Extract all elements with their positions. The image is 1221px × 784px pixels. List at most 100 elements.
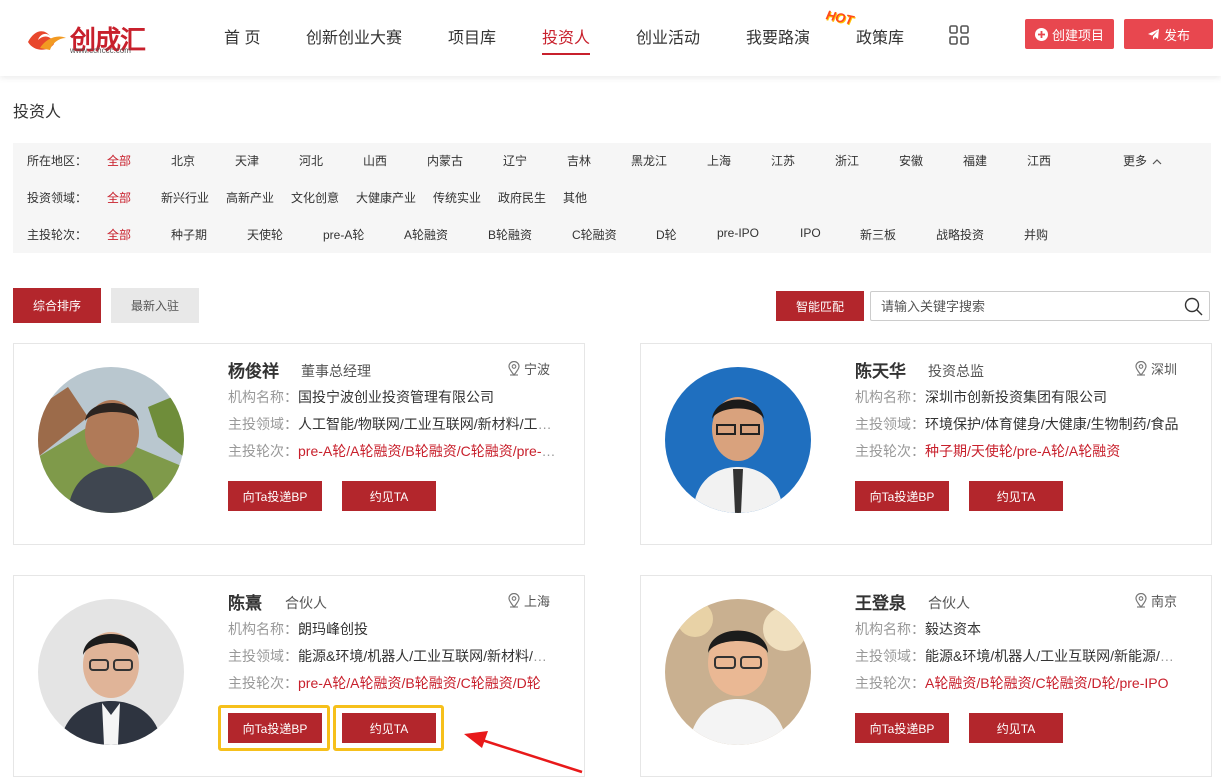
search-icon[interactable] (1184, 297, 1203, 316)
investor-name[interactable]: 陈天华 (855, 357, 906, 382)
nav-roadshow[interactable]: 我要路演 (746, 24, 810, 48)
nav-active-indicator (542, 53, 590, 55)
publish-label: 发布 (1163, 27, 1190, 43)
avatar[interactable] (38, 599, 184, 745)
logo-url: www.cchccc.com (70, 46, 131, 55)
field-option[interactable]: 新兴行业 (161, 189, 209, 206)
round-value: A轮融资/B轮融资/C轮融资/D轮/pre-IPO (925, 675, 1169, 691)
plus-circle-icon (1034, 27, 1048, 41)
region-option[interactable]: 福建 (963, 152, 987, 169)
avatar[interactable] (665, 367, 811, 513)
pitch-bp-button[interactable]: 向Ta投递BP (855, 481, 949, 511)
avatar[interactable] (665, 599, 811, 745)
region-option[interactable]: 江苏 (771, 152, 795, 169)
meet-button[interactable]: 约见TA (342, 481, 436, 511)
round-option[interactable]: A轮融资 (404, 226, 448, 243)
round-option[interactable]: 新三板 (860, 226, 896, 243)
round-option[interactable]: C轮融资 (572, 226, 617, 243)
org-label: 机构名称： (228, 621, 298, 637)
round-option[interactable]: IPO (800, 226, 821, 240)
org-row: 机构名称：国投宁波创业投资管理有限公司 (228, 387, 558, 407)
highlight-box (333, 705, 444, 751)
field-option[interactable]: 大健康产业 (356, 189, 416, 206)
round-option[interactable]: pre-IPO (717, 226, 759, 240)
pitch-bp-button[interactable]: 向Ta投递BP (855, 713, 949, 743)
round-option[interactable]: D轮 (656, 226, 677, 243)
region-option[interactable]: 辽宁 (503, 152, 527, 169)
investor-city: 深圳 (1134, 359, 1177, 378)
sort-composite-button[interactable]: 综合排序 (13, 288, 101, 323)
logo[interactable]: 创成汇 www.cchccc.com (26, 18, 146, 56)
round-label: 主投轮次： (228, 443, 298, 459)
location-pin-icon (1135, 593, 1147, 608)
nav-policy[interactable]: 政策库 (856, 24, 904, 48)
round-option[interactable]: 种子期 (171, 226, 207, 243)
region-option[interactable]: 江西 (1027, 152, 1051, 169)
portrait-image (665, 367, 811, 513)
investor-city: 宁波 (507, 359, 550, 378)
nav-events[interactable]: 创业活动 (636, 24, 700, 48)
investor-card[interactable]: 陈天华 投资总监 深圳 机构名称：深圳市创新投资集团有限公司 主投领域：环境保护… (640, 343, 1212, 545)
investor-name[interactable]: 陈熹 (228, 589, 262, 614)
pitch-bp-button[interactable]: 向Ta投递BP (228, 481, 322, 511)
round-value: pre-A轮/A轮融资/B轮融资/C轮融资/pre-IPO (298, 443, 558, 459)
portrait-image (38, 599, 184, 745)
region-option[interactable]: 上海 (707, 152, 731, 169)
investor-name[interactable]: 杨俊祥 (228, 357, 279, 382)
hot-badge: HOT (824, 7, 855, 28)
annotation-arrow-icon (464, 731, 583, 774)
field-option[interactable]: 其他 (563, 189, 587, 206)
region-option[interactable]: 黑龙江 (631, 152, 667, 169)
region-option[interactable]: 山西 (363, 152, 387, 169)
investor-title: 投资总监 (928, 363, 984, 379)
more-regions-toggle[interactable]: 更多 (1123, 152, 1162, 169)
round-option[interactable]: 战略投资 (936, 226, 984, 243)
chevron-up-icon (1152, 159, 1162, 165)
apps-grid-icon[interactable] (949, 25, 969, 45)
search-input[interactable] (871, 292, 1171, 320)
meet-button[interactable]: 约见TA (969, 481, 1063, 511)
field-option[interactable]: 政府民生 (498, 189, 546, 206)
field-option[interactable]: 传统实业 (433, 189, 481, 206)
org-row: 机构名称：深圳市创新投资集团有限公司 (855, 387, 1185, 407)
round-option[interactable]: pre-A轮 (323, 226, 364, 243)
investor-name[interactable]: 王登泉 (855, 589, 906, 614)
round-option[interactable]: 并购 (1024, 226, 1048, 243)
filter-row-round: 主投轮次： 全部 种子期 天使轮 pre-A轮 A轮融资 B轮融资 C轮融资 D… (13, 217, 1211, 249)
smart-match-button[interactable]: 智能匹配 (776, 291, 864, 321)
round-option[interactable]: 全部 (107, 226, 131, 243)
field-option[interactable]: 全部 (107, 189, 131, 206)
region-option[interactable]: 内蒙古 (427, 152, 463, 169)
publish-button[interactable]: 发布 (1124, 19, 1213, 49)
round-option[interactable]: B轮融资 (488, 226, 532, 243)
city-name: 南京 (1150, 594, 1177, 609)
nav-home[interactable]: 首 页 (224, 24, 260, 48)
field-value: 能源&环境/机器人/工业互联网/新材料/新能源 (298, 648, 558, 664)
region-option[interactable]: 北京 (171, 152, 195, 169)
region-option[interactable]: 全部 (107, 152, 131, 169)
region-option[interactable]: 安徽 (899, 152, 923, 169)
org-row: 机构名称：朗玛峰创投 (228, 619, 558, 639)
investor-card[interactable]: 王登泉 合伙人 南京 机构名称：毅达资本 主投领域：能源&环境/机器人/工业互联… (640, 575, 1212, 777)
org-value: 深圳市创新投资集团有限公司 (925, 389, 1107, 405)
meet-button[interactable]: 约见TA (969, 713, 1063, 743)
highlight-box (218, 705, 330, 751)
investor-city: 上海 (507, 591, 550, 610)
avatar[interactable] (38, 367, 184, 513)
nav-competition[interactable]: 创新创业大赛 (306, 24, 402, 48)
nav-investors[interactable]: 投资人 (542, 24, 590, 48)
round-row: 主投轮次：pre-A轮/A轮融资/B轮融资/C轮融资/D轮 (228, 673, 558, 693)
sort-newest-button[interactable]: 最新入驻 (111, 288, 199, 323)
field-option[interactable]: 文化创意 (291, 189, 339, 206)
region-option[interactable]: 吉林 (567, 152, 591, 169)
round-option[interactable]: 天使轮 (247, 226, 283, 243)
region-option[interactable]: 浙江 (835, 152, 859, 169)
investor-card[interactable]: 杨俊祥 董事总经理 宁波 机构名称：国投宁波创业投资管理有限公司 主投领域：人工… (13, 343, 585, 545)
field-option[interactable]: 高新产业 (226, 189, 274, 206)
region-option[interactable]: 河北 (299, 152, 323, 169)
org-label: 机构名称： (855, 621, 925, 637)
nav-projects[interactable]: 项目库 (448, 24, 496, 48)
region-option[interactable]: 天津 (235, 152, 259, 169)
create-project-button[interactable]: 创建项目 (1025, 19, 1114, 49)
location-pin-icon (508, 593, 520, 608)
